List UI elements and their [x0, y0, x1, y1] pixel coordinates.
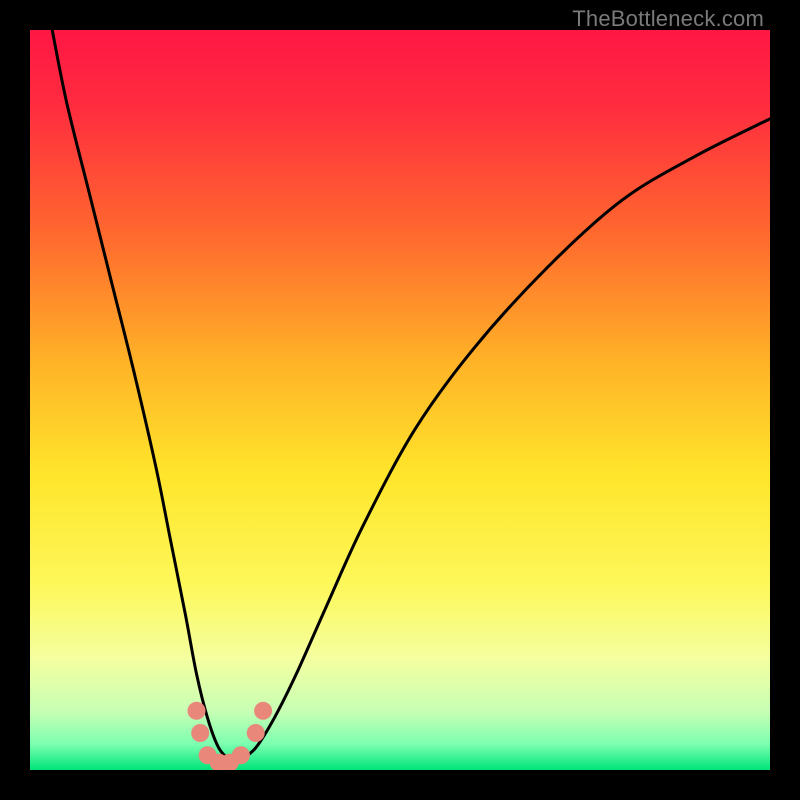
data-marker [191, 724, 209, 742]
plot-area [30, 30, 770, 770]
data-marker [247, 724, 265, 742]
data-markers [188, 702, 273, 770]
bottleneck-curve [52, 30, 770, 760]
data-marker [254, 702, 272, 720]
chart-svg [30, 30, 770, 770]
watermark-text: TheBottleneck.com [572, 6, 764, 32]
data-marker [188, 702, 206, 720]
data-marker [232, 746, 250, 764]
chart-frame: TheBottleneck.com [0, 0, 800, 800]
